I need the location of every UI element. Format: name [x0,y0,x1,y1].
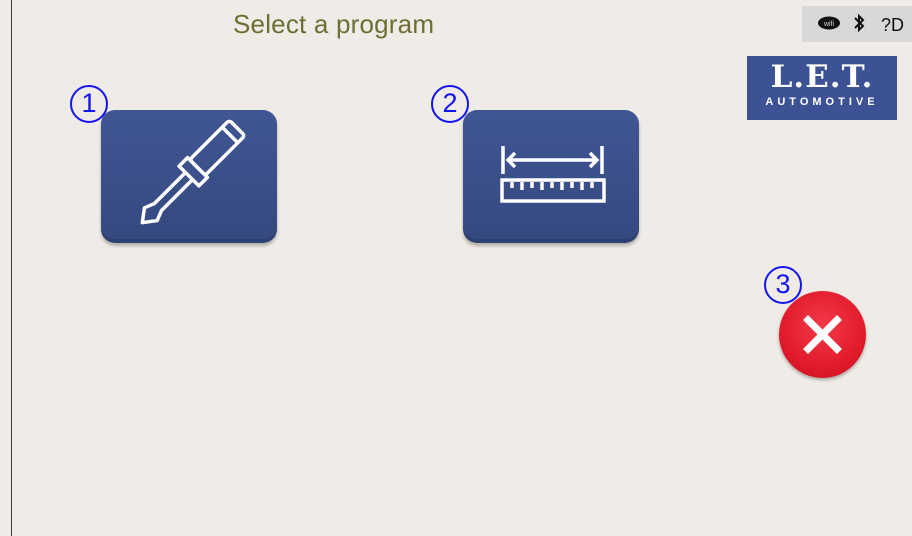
wifi-icon: wifi [817,15,841,36]
screwdriver-icon [140,119,246,225]
program-2-number-badge[interactable]: 2 [431,85,469,123]
bluetooth-icon [853,13,865,39]
help-status-text: ?D [881,15,905,35]
page-title: Select a program [233,9,435,39]
logo-line1: L.E.T. [770,59,874,95]
logo-line2: AUTOMOTIVE [765,96,879,108]
svg-text:wifi: wifi [823,21,835,28]
close-icon [803,315,842,354]
program-2-button[interactable] [463,110,639,243]
status-bar: wifi ?D [802,6,912,42]
program-1-button[interactable] [101,110,277,243]
exit-button[interactable] [779,291,866,378]
measure-ruler-icon [500,146,606,203]
exit-number-badge[interactable]: 3 [764,266,802,304]
let-automotive-logo: L.E.T. AUTOMOTIVE [747,56,897,120]
program-1-number-badge[interactable]: 1 [70,85,108,123]
